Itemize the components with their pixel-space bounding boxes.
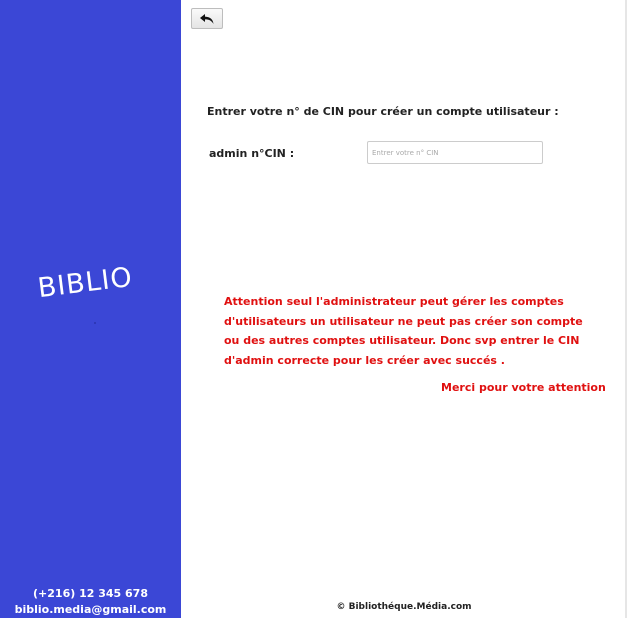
biblio-logo: BIBLIO bbox=[34, 255, 144, 301]
contact-phone: (+216) 12 345 678 bbox=[33, 587, 148, 600]
footer-copyright: © Bibliothéque.Média.com bbox=[336, 602, 472, 612]
sidebar: BIBLIO (+216) 12 345 678 biblio.media@gm… bbox=[0, 0, 181, 618]
contact-email: biblio.media@gmail.com bbox=[14, 603, 167, 616]
thanks-message: Merci pour votre attention bbox=[441, 381, 606, 394]
main-panel: Entrer votre n° de CIN pour créer un com… bbox=[181, 0, 627, 618]
svg-text:BIBLIO: BIBLIO bbox=[36, 262, 134, 301]
admin-warning-message: Attention seul l'administrateur peut gér… bbox=[224, 295, 583, 367]
back-arrow-icon bbox=[200, 13, 214, 24]
cin-instruction-text: Entrer votre n° de CIN pour créer un com… bbox=[207, 105, 559, 118]
admin-cin-input[interactable] bbox=[367, 141, 543, 164]
decorative-dot bbox=[94, 322, 96, 324]
admin-cin-label: admin n°CIN : bbox=[209, 147, 295, 160]
back-button[interactable] bbox=[191, 8, 223, 29]
